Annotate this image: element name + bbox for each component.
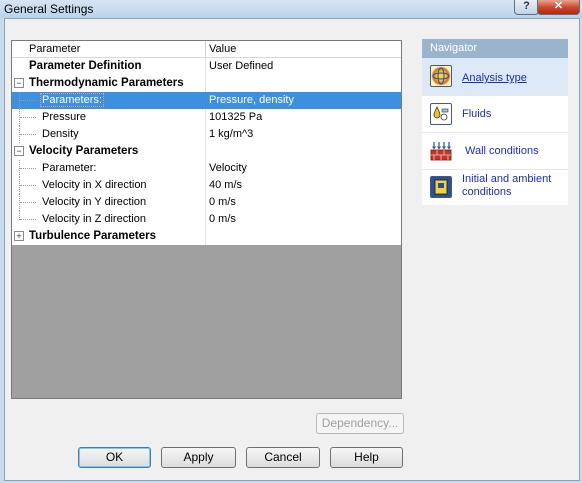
row-param: Parameter: (42, 162, 97, 174)
apply-button[interactable]: Apply (161, 447, 236, 468)
grid-row-parameters-selected[interactable]: Parameters: Pressure, density (12, 92, 401, 109)
fluids-icon (430, 103, 452, 125)
cell-divider (205, 194, 206, 211)
nav-label-fluids[interactable]: Fluids (462, 108, 491, 121)
grid-row-velocity-x[interactable]: Velocity in X direction 40 m/s (12, 177, 401, 194)
grid-row-velocity-y[interactable]: Velocity in Y direction 0 m/s (12, 194, 401, 211)
cell-divider (205, 177, 206, 194)
cell-divider (205, 228, 206, 245)
cell-divider (205, 58, 206, 75)
window-title: General Settings (4, 2, 94, 16)
tree-tick (20, 134, 36, 135)
expand-turbulence-toggle[interactable]: + (14, 231, 24, 241)
grid-row-velocity-z[interactable]: Velocity in Z direction 0 m/s (12, 211, 401, 228)
grid-header: Parameter Value (12, 41, 401, 58)
help-button[interactable]: Help (330, 447, 403, 468)
header-parameter: Parameter (29, 43, 81, 55)
grid-row-velocity-parameter[interactable]: Parameter: Velocity (12, 160, 401, 177)
tree-tick (20, 185, 36, 186)
row-param: Parameters: (40, 93, 104, 107)
grid-row-velocity-group[interactable]: − Velocity Parameters (12, 143, 401, 160)
nav-label-analysis-type[interactable]: Analysis type (462, 72, 527, 85)
cell-divider (205, 143, 206, 160)
navigator-title: Navigator (422, 39, 568, 58)
initial-conditions-icon (430, 176, 452, 198)
row-param: Thermodynamic Parameters (29, 77, 184, 89)
grid-row-pressure[interactable]: Pressure 101325 Pa (12, 109, 401, 126)
row-param: Velocity Parameters (29, 145, 139, 157)
tree-tick (20, 202, 36, 203)
row-value[interactable]: 101325 Pa (209, 111, 262, 123)
row-value[interactable]: 0 m/s (209, 213, 236, 225)
row-value[interactable]: 40 m/s (209, 179, 242, 191)
row-param: Velocity in Z direction (42, 213, 146, 225)
cell-divider (205, 109, 206, 126)
general-settings-window: General Settings ? ✕ Parameter Value Par… (0, 0, 582, 483)
cell-divider (205, 75, 206, 92)
title-bar: General Settings ? ✕ (0, 0, 582, 18)
tree-tick (20, 100, 36, 101)
header-value: Value (209, 43, 237, 55)
nav-label-wall-conditions[interactable]: Wall conditions (465, 145, 539, 158)
collapse-thermodynamic-toggle[interactable]: − (14, 78, 24, 88)
cell-divider (205, 126, 206, 143)
navigator-panel: Navigator Analysis type Fluids Wall cond… (422, 39, 568, 205)
row-param: Parameter Definition (29, 60, 142, 72)
row-param: Pressure (42, 111, 87, 123)
nav-item-analysis-type[interactable]: Analysis type (422, 58, 568, 95)
nav-label-initial-conditions[interactable]: Initial and ambient conditions (462, 173, 562, 199)
row-param: Turbulence Parameters (29, 230, 156, 242)
tree-tick (20, 168, 36, 169)
nav-item-wall-conditions[interactable]: Wall conditions (422, 133, 568, 169)
tree-tick (20, 117, 36, 118)
row-value[interactable]: 0 m/s (209, 196, 236, 208)
close-window-button[interactable]: ✕ (537, 0, 580, 15)
collapse-velocity-toggle[interactable]: − (14, 146, 24, 156)
grid-row-turbulence-group[interactable]: + Turbulence Parameters (12, 228, 401, 245)
cell-divider (205, 211, 206, 228)
row-param: Velocity in Y direction (42, 196, 147, 208)
row-value[interactable]: Velocity (209, 162, 247, 174)
help-titlebar-button[interactable]: ? (514, 0, 539, 15)
grid-row-parameter-definition[interactable]: Parameter Definition User Defined (12, 58, 401, 75)
row-value[interactable]: Pressure, density (209, 94, 294, 106)
row-param: Velocity in X direction (42, 179, 147, 191)
wall-conditions-icon (430, 140, 452, 162)
nav-item-fluids[interactable]: Fluids (422, 96, 568, 132)
nav-item-initial-conditions[interactable]: Initial and ambient conditions (422, 170, 568, 205)
grid-row-density[interactable]: Density 1 kg/m^3 (12, 126, 401, 143)
row-value[interactable]: 1 kg/m^3 (209, 128, 253, 140)
parameter-grid[interactable]: Parameter Value Parameter Definition Use… (11, 40, 402, 399)
tree-tick (20, 219, 36, 220)
analysis-type-icon (430, 65, 452, 87)
ok-button[interactable]: OK (78, 447, 151, 468)
grid-row-thermodynamic-group[interactable]: − Thermodynamic Parameters (12, 75, 401, 92)
cell-divider (205, 160, 206, 177)
row-value[interactable]: User Defined (209, 60, 273, 72)
column-divider[interactable] (205, 41, 206, 57)
row-param: Density (42, 128, 79, 140)
cancel-button[interactable]: Cancel (246, 447, 320, 468)
dependency-button[interactable]: Dependency... (316, 413, 404, 434)
